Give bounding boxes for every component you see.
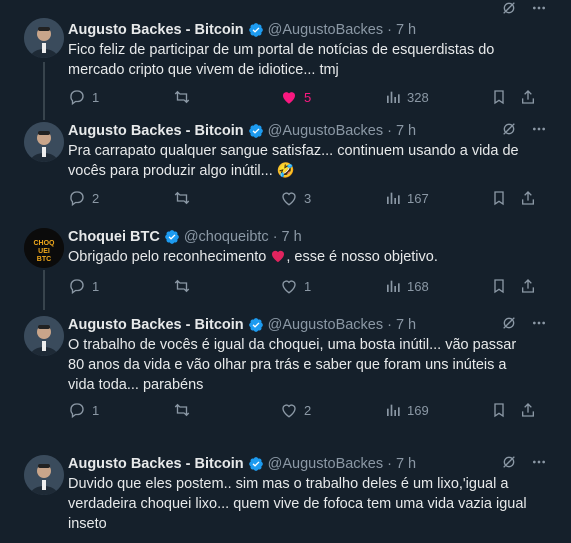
tweet[interactable]: Augusto Backes - Bitcoin @AugustoBackes … (0, 0, 571, 543)
timestamp[interactable]: 7 h (396, 456, 416, 472)
avatar[interactable] (24, 455, 64, 495)
separator-dot: · (387, 456, 392, 472)
author-name[interactable]: Augusto Backes - Bitcoin (68, 456, 244, 472)
author-handle[interactable]: @AugustoBackes (268, 456, 383, 472)
grok-icon[interactable] (501, 454, 517, 475)
verified-badge-icon (248, 456, 264, 472)
tweet-text: Duvido que eles postem.. sim mas o traba… (68, 476, 527, 532)
more-options-icon[interactable] (531, 454, 547, 475)
